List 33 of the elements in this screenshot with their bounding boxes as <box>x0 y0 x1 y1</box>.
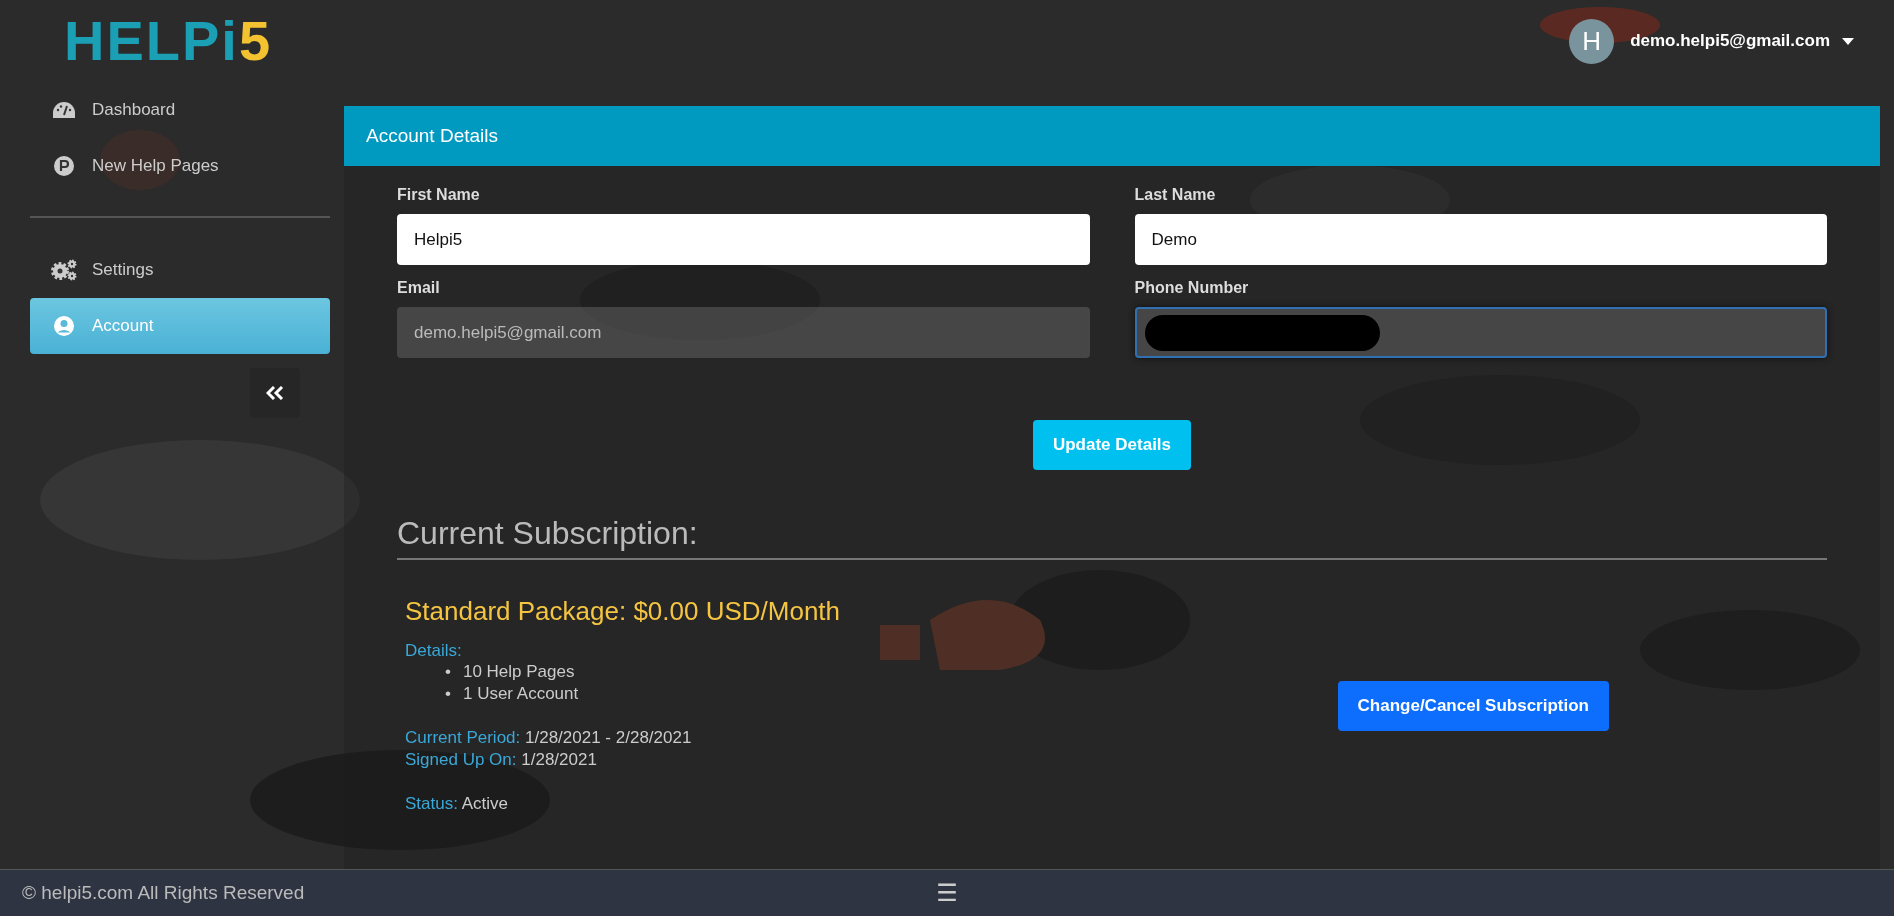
change-subscription-button[interactable]: Change/Cancel Subscription <box>1337 680 1609 731</box>
caret-icon <box>1842 37 1854 45</box>
current-period-text: Current Period: 1/28/2021 - 2/28/2021 <box>405 727 693 749</box>
collapse-button[interactable] <box>250 368 300 418</box>
double-chevron-left-icon <box>266 386 284 400</box>
user-circle-icon <box>53 315 75 337</box>
field-label: Phone Number <box>1134 279 1250 297</box>
sidebar-item[interactable]: Dashboard <box>30 82 330 138</box>
detail-item: 1 User Account <box>462 683 579 705</box>
p-circle-icon <box>53 155 75 177</box>
input-field[interactable]: Demo <box>1134 214 1827 265</box>
sidebar-item[interactable]: Settings <box>30 242 330 298</box>
field-label: First Name <box>397 186 481 204</box>
menu-button[interactable]: ☰ <box>930 878 964 908</box>
user-menu[interactable]: demo.helpi5@gmail.com <box>1630 31 1854 51</box>
input-field[interactable] <box>1134 307 1827 358</box>
sidebar-item[interactable]: New Help Pages <box>30 138 330 194</box>
field-label: Last Name <box>1134 186 1217 204</box>
detail-item: 10 Help Pages <box>462 661 575 683</box>
details-label: Details: <box>405 641 463 661</box>
bullet: • <box>445 683 451 705</box>
bullet: • <box>445 661 451 683</box>
status-text: Status: Active <box>405 793 509 815</box>
logo: HELPi5 <box>64 13 273 69</box>
panel-title: Account Details <box>344 106 1880 166</box>
section-heading: Current Subscription: <box>397 515 1827 560</box>
package-title: Standard Package: $0.00 USD/Month <box>405 596 842 627</box>
gears-icon <box>50 258 78 282</box>
field-label: Email <box>397 279 441 297</box>
input-field[interactable]: Helpi5 <box>397 214 1090 265</box>
signup-date-text: Signed Up On: 1/28/2021 <box>405 749 598 771</box>
copyright-text: © helpi5.com All Rights Reserved <box>22 882 305 904</box>
gauge-icon <box>52 100 76 120</box>
